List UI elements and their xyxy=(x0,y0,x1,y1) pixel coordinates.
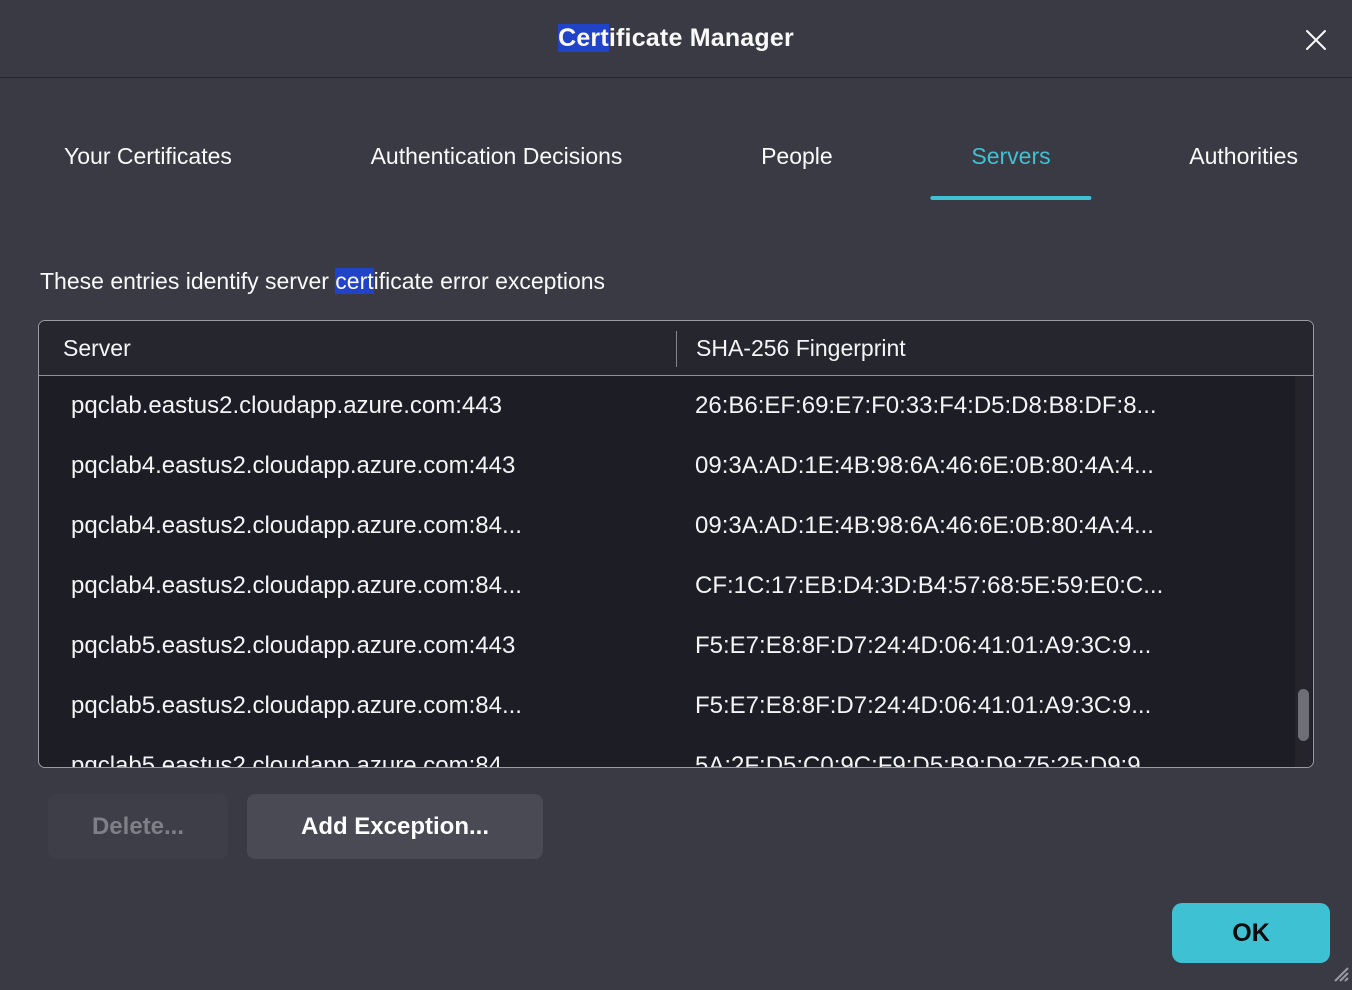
column-header-fingerprint[interactable]: SHA-256 Fingerprint xyxy=(676,335,1313,362)
ok-button[interactable]: OK xyxy=(1172,903,1330,963)
section-description: These entries identify server certificat… xyxy=(40,268,605,295)
tab-servers[interactable]: Servers xyxy=(971,112,1050,200)
server-cell: pqclab.eastus2.cloudapp.azure.com:443 xyxy=(39,392,676,420)
tab-people[interactable]: People xyxy=(761,112,833,200)
find-highlight: cert xyxy=(335,268,373,294)
add-exception-button[interactable]: Add Exception... xyxy=(247,794,543,859)
tab-bar: Your Certificates Authentication Decisio… xyxy=(64,112,1298,200)
action-button-row: Delete... Add Exception... xyxy=(48,794,543,859)
column-header-server[interactable]: Server xyxy=(39,335,676,362)
table-row[interactable]: pqclab5.eastus2.cloudapp.azure.com:443 F… xyxy=(39,616,1313,676)
server-cell: pqclab4.eastus2.cloudapp.azure.com:84... xyxy=(39,512,676,540)
fingerprint-cell: 5A:2F:D5:C0:9C:F9:D5:B9:D9:75:25:D9:9... xyxy=(676,752,1313,767)
tab-authorities[interactable]: Authorities xyxy=(1189,112,1298,200)
tab-your-certificates[interactable]: Your Certificates xyxy=(64,112,232,200)
server-cell: pqclab5.eastus2.cloudapp.azure.com:84... xyxy=(39,752,676,767)
dialog-titlebar: Certificate Manager xyxy=(0,0,1352,78)
resize-grip-icon[interactable] xyxy=(1327,960,1349,987)
table-body: pqclab.eastus2.cloudapp.azure.com:443 26… xyxy=(39,376,1313,767)
fingerprint-cell: CF:1C:17:EB:D4:3D:B4:57:68:5E:59:E0:C... xyxy=(676,572,1313,600)
table-row[interactable]: pqclab4.eastus2.cloudapp.azure.com:84...… xyxy=(39,556,1313,616)
server-cell: pqclab4.eastus2.cloudapp.azure.com:443 xyxy=(39,452,676,480)
column-divider[interactable] xyxy=(676,331,677,367)
server-cell: pqclab5.eastus2.cloudapp.azure.com:84... xyxy=(39,692,676,720)
fingerprint-cell: 26:B6:EF:69:E7:F0:33:F4:D5:D8:B8:DF:8... xyxy=(676,392,1313,420)
scrollbar-thumb[interactable] xyxy=(1298,689,1309,741)
fingerprint-cell: 09:3A:AD:1E:4B:98:6A:46:6E:0B:80:4A:4... xyxy=(676,512,1313,540)
page-title: Certificate Manager xyxy=(558,24,794,53)
fingerprint-cell: F5:E7:E8:8F:D7:24:4D:06:41:01:A9:3C:9... xyxy=(676,692,1313,720)
table-row[interactable]: pqclab4.eastus2.cloudapp.azure.com:443 0… xyxy=(39,436,1313,496)
fingerprint-cell: F5:E7:E8:8F:D7:24:4D:06:41:01:A9:3C:9... xyxy=(676,632,1313,660)
tab-authentication-decisions[interactable]: Authentication Decisions xyxy=(371,112,623,200)
close-icon[interactable] xyxy=(1300,24,1332,56)
server-cell: pqclab4.eastus2.cloudapp.azure.com:84... xyxy=(39,572,676,600)
server-exceptions-table: Server SHA-256 Fingerprint pqclab.eastus… xyxy=(38,320,1314,768)
delete-button[interactable]: Delete... xyxy=(48,794,228,859)
scrollbar-track[interactable] xyxy=(1295,376,1312,767)
fingerprint-cell: 09:3A:AD:1E:4B:98:6A:46:6E:0B:80:4A:4... xyxy=(676,452,1313,480)
table-row-clipped[interactable]: pqclab5.eastus2.cloudapp.azure.com:84...… xyxy=(39,736,1313,767)
table-row[interactable]: pqclab4.eastus2.cloudapp.azure.com:84...… xyxy=(39,496,1313,556)
table-row[interactable]: pqclab5.eastus2.cloudapp.azure.com:84...… xyxy=(39,676,1313,736)
find-highlight: Cert xyxy=(558,24,609,52)
table-row[interactable]: pqclab.eastus2.cloudapp.azure.com:443 26… xyxy=(39,376,1313,436)
table-header-row: Server SHA-256 Fingerprint xyxy=(39,321,1313,376)
server-cell: pqclab5.eastus2.cloudapp.azure.com:443 xyxy=(39,632,676,660)
